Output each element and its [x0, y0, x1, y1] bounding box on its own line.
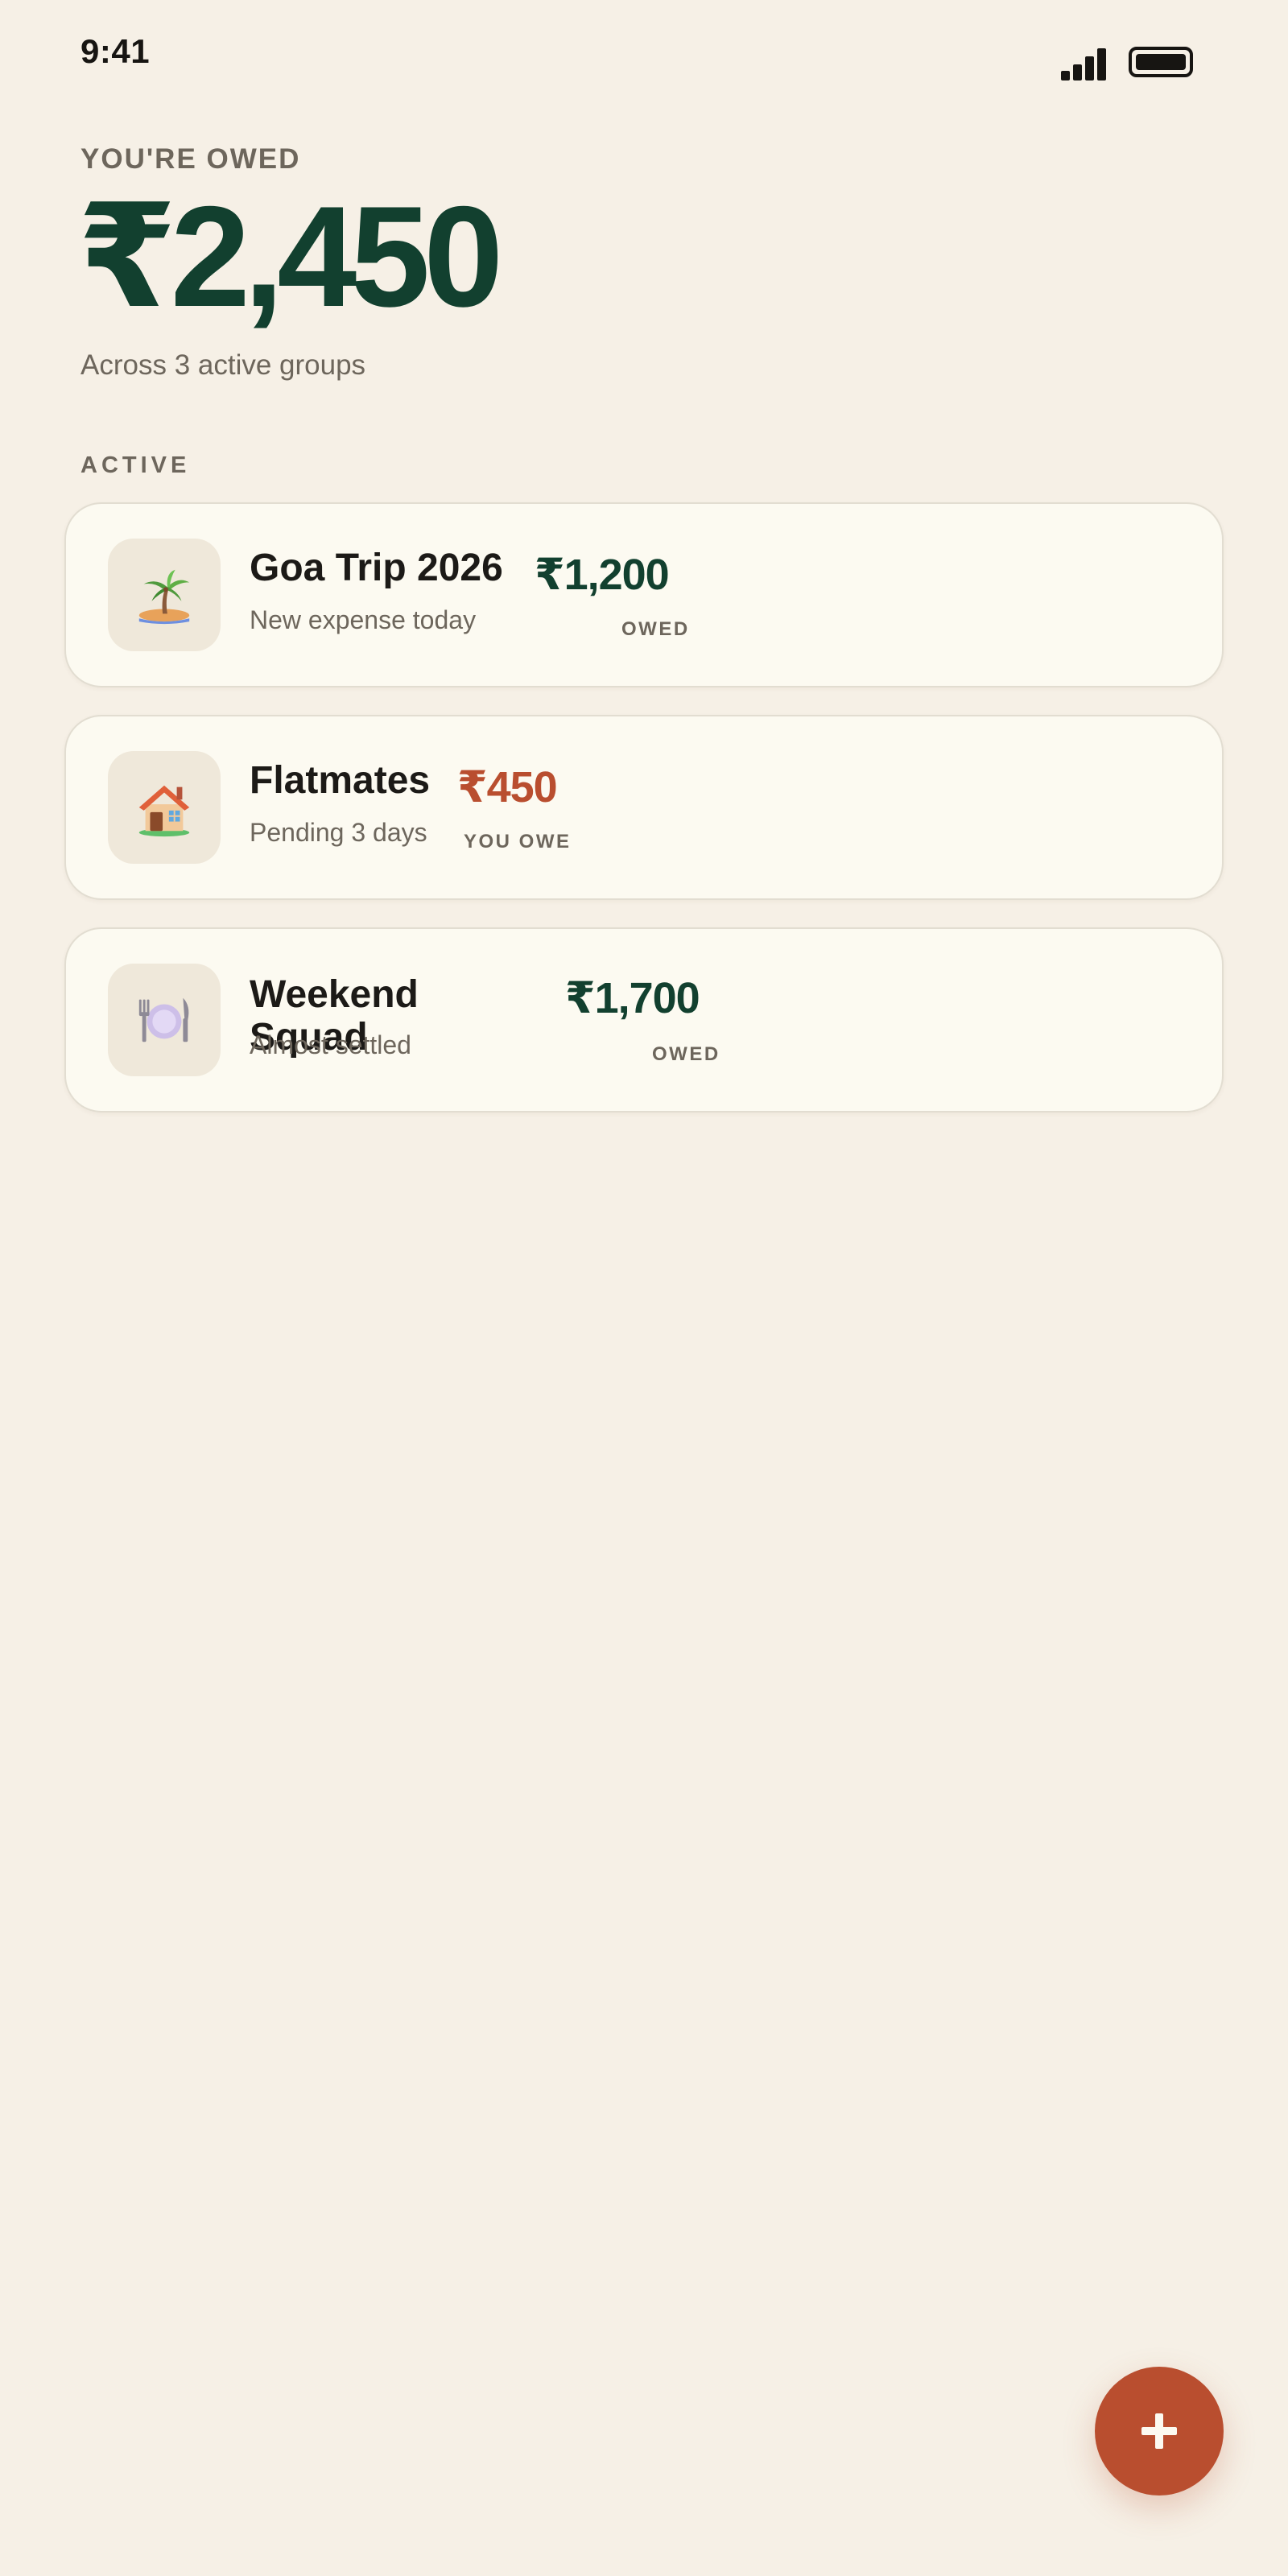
group-direction-tag: OWED [621, 618, 690, 640]
add-expense-button[interactable] [1095, 2367, 1224, 2496]
palm-island-icon [108, 539, 221, 651]
group-title: Goa Trip 2026 [250, 547, 503, 589]
summary-amount: ₹2,450 [77, 176, 503, 336]
group-amount: ₹1,700 [565, 974, 700, 1022]
group-card-flatmates[interactable]: Flatmates Pending 3 days ₹450 YOU OWE [64, 715, 1224, 900]
group-title: Flatmates [250, 759, 431, 802]
group-card-weekend-squad[interactable]: Weekend Squad Almost settled ₹1,700 OWED [64, 927, 1224, 1113]
house-icon [108, 751, 221, 864]
group-card-goa-trip[interactable]: Goa Trip 2026 New expense today ₹1,200 O… [64, 502, 1224, 687]
group-status: Pending 3 days [250, 818, 427, 847]
group-amount: ₹450 [457, 763, 558, 811]
group-status: New expense today [250, 605, 477, 634]
status-time: 9:41 [80, 32, 151, 70]
group-amount: ₹1,200 [535, 551, 670, 599]
group-status: Almost settled [250, 1030, 411, 1059]
summary-subtext: Across 3 active groups [80, 349, 366, 381]
battery-icon [1129, 47, 1193, 77]
section-label-active: ACTIVE [80, 452, 191, 478]
summary-label: YOU'RE OWED [80, 143, 301, 175]
status-bar: 9:41 [0, 0, 1288, 97]
group-direction-tag: OWED [652, 1043, 720, 1065]
signal-icon [1061, 45, 1106, 80]
home-screen: 9:41 YOU'RE OWED ₹2,450 Across 3 active … [0, 0, 1288, 2576]
fork-knife-plate-icon [108, 964, 221, 1076]
plus-icon [1141, 2413, 1177, 2449]
group-direction-tag: YOU OWE [464, 831, 572, 852]
